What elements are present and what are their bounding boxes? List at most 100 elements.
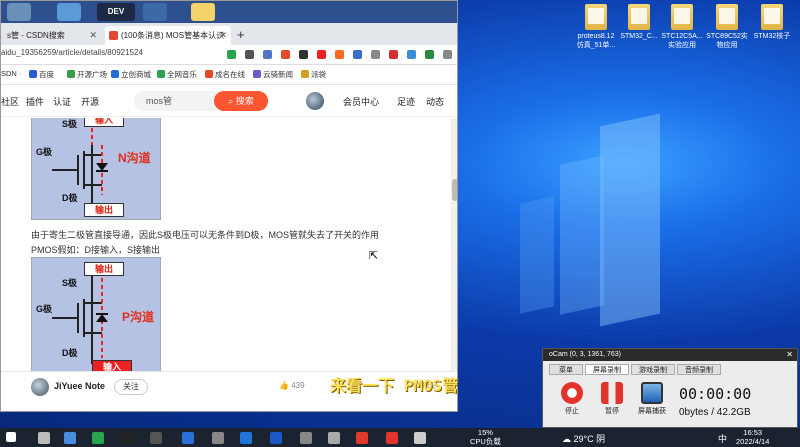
- like-count-value: 439: [291, 381, 305, 390]
- scrollbar-thumb[interactable]: [452, 179, 457, 201]
- capture-label: 屏幕捕获: [638, 408, 666, 415]
- weather[interactable]: ☁ 29°C 阴: [562, 432, 605, 445]
- nav-plugins[interactable]: 插件: [26, 95, 44, 108]
- nmos-diagram: S极 G极 D极 输入 输出 N沟道: [31, 118, 161, 220]
- new-tab-button[interactable]: +: [237, 26, 245, 44]
- light-beam: [520, 196, 554, 314]
- scissors-icon[interactable]: [245, 50, 254, 59]
- desktop-icon-proteus[interactable]: proteus8.12 仿真_51单...: [574, 4, 618, 50]
- ocam-tab-game[interactable]: 游戏录制: [631, 364, 675, 375]
- bookmark-label: 派袋: [311, 70, 326, 79]
- bookmark-csdn[interactable]: SDN ·: [1, 69, 21, 78]
- bookmark-label: 成名在线: [215, 70, 245, 79]
- app-icon[interactable]: [182, 432, 194, 444]
- menu-icon[interactable]: [443, 50, 452, 59]
- close-icon[interactable]: ✕: [89, 26, 97, 45]
- author-name[interactable]: JiYuee Note: [54, 381, 105, 391]
- follow-button[interactable]: 关注: [114, 379, 148, 395]
- ocam-tab-audio[interactable]: 音频录制: [677, 364, 721, 375]
- site-icon: [205, 70, 213, 78]
- file-explorer-icon[interactable]: [64, 432, 76, 444]
- bookmark-baidu[interactable]: 百度: [29, 69, 54, 80]
- clock-date: 2022/4/14: [736, 437, 770, 446]
- nav-community[interactable]: 社区: [1, 95, 19, 108]
- ocam-window: oCam (0, 3, 1361, 763) ✕ 菜单 屏幕录制 游戏录制 音频…: [542, 348, 798, 428]
- nav-member-center[interactable]: 会员中心: [343, 95, 379, 108]
- dev-icon[interactable]: DEV: [97, 3, 135, 21]
- site-icon: [253, 70, 261, 78]
- bookmark-label: 开源广场: [77, 70, 107, 79]
- extension-icon[interactable]: [263, 50, 272, 59]
- extension-icon[interactable]: [281, 50, 290, 59]
- pause-button[interactable]: 暂停: [597, 382, 627, 416]
- bookmark-news[interactable]: 云骑新闻: [253, 69, 293, 80]
- extension-icon[interactable]: [407, 50, 416, 59]
- app-icon[interactable]: [300, 432, 312, 444]
- light-beam: [560, 155, 604, 315]
- source-label: S极: [62, 278, 78, 288]
- address-bar[interactable]: aidu_19356259/article/details/80921524: [1, 45, 457, 65]
- nav-opensource[interactable]: 开源: [81, 95, 99, 108]
- app-icon[interactable]: [150, 432, 162, 444]
- start-icon[interactable]: [6, 432, 16, 442]
- extension-icon[interactable]: [299, 50, 308, 59]
- ocam-tab-menu[interactable]: 菜单: [549, 364, 583, 375]
- app-icon[interactable]: [414, 432, 426, 444]
- drain-label: D极: [62, 348, 78, 358]
- capture-button[interactable]: 屏幕捕获: [637, 382, 667, 416]
- stop-icon: [561, 382, 583, 404]
- app-icon[interactable]: [270, 432, 282, 444]
- ocam-icon[interactable]: [386, 432, 398, 444]
- recording-size: 0bytes / 42.2GB: [679, 407, 751, 418]
- bookmark-paidai[interactable]: 派袋: [301, 69, 326, 80]
- search-input[interactable]: mos管: [134, 91, 216, 111]
- avatar[interactable]: [306, 92, 324, 110]
- app-icon[interactable]: [143, 3, 167, 21]
- extension-icon[interactable]: [227, 50, 236, 59]
- nav-footprint[interactable]: 足迹: [397, 95, 415, 108]
- url-text[interactable]: aidu_19356259/article/details/80921524: [1, 48, 143, 57]
- cpu-percent: 15%: [477, 428, 493, 437]
- extension-icon[interactable]: [425, 50, 434, 59]
- bookmark-oshwhub[interactable]: 开源广场: [67, 69, 107, 80]
- bookmark-music[interactable]: 全网音乐: [157, 69, 197, 80]
- desktop-icon-stm32-core[interactable]: STM32核子: [750, 4, 794, 41]
- extension-icon[interactable]: [371, 50, 380, 59]
- author-avatar[interactable]: [31, 378, 49, 396]
- bookmark-chengming[interactable]: 成名在线: [205, 69, 245, 80]
- extension-icon[interactable]: [353, 50, 362, 59]
- qq-icon[interactable]: [122, 432, 134, 444]
- desktop-icon-stm32[interactable]: STM32_C...: [617, 4, 661, 41]
- desktop-icon-stc89[interactable]: STC89C52实 物应用: [705, 4, 749, 50]
- close-icon[interactable]: ✕: [219, 26, 227, 45]
- close-icon[interactable]: ✕: [786, 349, 793, 361]
- extension-icon[interactable]: [335, 50, 344, 59]
- extension-icon[interactable]: [317, 50, 326, 59]
- like-count[interactable]: 👍 439: [279, 381, 305, 390]
- folder-icon[interactable]: [191, 3, 215, 21]
- search-button[interactable]: ⌕ 搜索: [214, 91, 268, 111]
- stop-button[interactable]: 停止: [557, 382, 587, 416]
- tab-csdn-search[interactable]: s管 - CSDN搜索 ✕: [1, 26, 101, 45]
- desktop-icon-stc12[interactable]: STC12C5A... 实验应用: [660, 4, 704, 50]
- app-icon[interactable]: [328, 432, 340, 444]
- settings-icon[interactable]: [57, 3, 81, 21]
- csdn-favicon-icon: [109, 31, 118, 40]
- clock[interactable]: 16:53 2022/4/14: [736, 428, 769, 446]
- output-box: 输出: [84, 262, 124, 276]
- tab-mos-article[interactable]: (100条消息) MOS管基本认识 ✕: [105, 26, 231, 45]
- task-view-icon[interactable]: [38, 432, 50, 444]
- desktop-icon-label: STM32_C...: [620, 33, 658, 40]
- wechat-icon[interactable]: [92, 432, 104, 444]
- bookmark-szlcsc[interactable]: 立创商城: [111, 69, 151, 80]
- wps-icon[interactable]: [356, 432, 368, 444]
- trash-icon[interactable]: [7, 3, 31, 21]
- ocam-tab-screen[interactable]: 屏幕录制: [585, 364, 629, 375]
- nav-activity[interactable]: 动态: [426, 95, 444, 108]
- ime-indicator[interactable]: 中: [718, 432, 727, 445]
- nav-certification[interactable]: 认证: [53, 95, 71, 108]
- scrollbar[interactable]: [451, 118, 457, 371]
- app-icon[interactable]: [240, 432, 252, 444]
- app-icon[interactable]: [212, 432, 224, 444]
- extension-icon[interactable]: [389, 50, 398, 59]
